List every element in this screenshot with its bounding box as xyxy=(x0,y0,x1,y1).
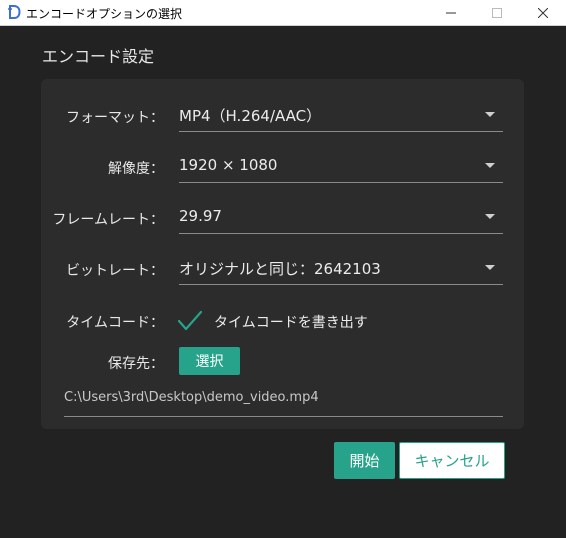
format-select[interactable]: MP4（H.264/AAC） xyxy=(179,102,503,132)
resolution-value: 1920 × 1080 xyxy=(179,156,278,174)
chevron-down-icon xyxy=(485,112,495,117)
chevron-down-icon xyxy=(485,265,495,270)
choose-folder-button[interactable]: 選択 xyxy=(179,347,240,375)
resolution-select[interactable]: 1920 × 1080 xyxy=(179,153,503,183)
bitrate-select[interactable]: オリジナルと同じ：2642103 xyxy=(179,255,503,285)
path-underline xyxy=(64,416,503,417)
close-button[interactable] xyxy=(520,0,566,26)
start-button[interactable]: 開始 xyxy=(334,442,395,479)
format-value: MP4（H.264/AAC） xyxy=(179,107,322,125)
framerate-select[interactable]: 29.97 xyxy=(179,204,503,234)
framerate-label: フレームレート： xyxy=(52,212,164,228)
minimize-button[interactable] xyxy=(428,0,474,26)
bitrate-value: オリジナルと同じ：2642103 xyxy=(179,260,381,278)
timecode-label: タイムコード： xyxy=(66,315,164,331)
window-title: エンコードオプションの選択 xyxy=(26,7,183,21)
minimize-icon xyxy=(446,12,456,14)
output-path-field[interactable]: C:\Users\3rd\Desktop\demo_video.mp4 xyxy=(64,390,319,405)
timecode-checkbox-label: タイムコードを書き出す xyxy=(214,315,368,331)
timecode-checkbox[interactable]: タイムコードを書き出す xyxy=(176,309,416,333)
cancel-button[interactable]: キャンセル xyxy=(399,442,505,479)
checkmark-icon xyxy=(177,310,203,331)
framerate-value: 29.97 xyxy=(179,207,222,225)
chevron-down-icon xyxy=(485,163,495,168)
resolution-label: 解像度： xyxy=(108,161,164,177)
section-title: エンコード設定 xyxy=(42,47,155,66)
app-logo-icon xyxy=(8,5,21,19)
maximize-button[interactable] xyxy=(474,0,520,26)
close-icon xyxy=(538,8,548,18)
maximize-icon xyxy=(492,8,502,18)
title-bar: エンコードオプションの選択 xyxy=(0,0,566,26)
format-label: フォーマット： xyxy=(66,110,164,126)
chevron-down-icon xyxy=(485,214,495,219)
save-to-label: 保存先： xyxy=(108,356,164,372)
bitrate-label: ビットレート： xyxy=(66,263,164,279)
